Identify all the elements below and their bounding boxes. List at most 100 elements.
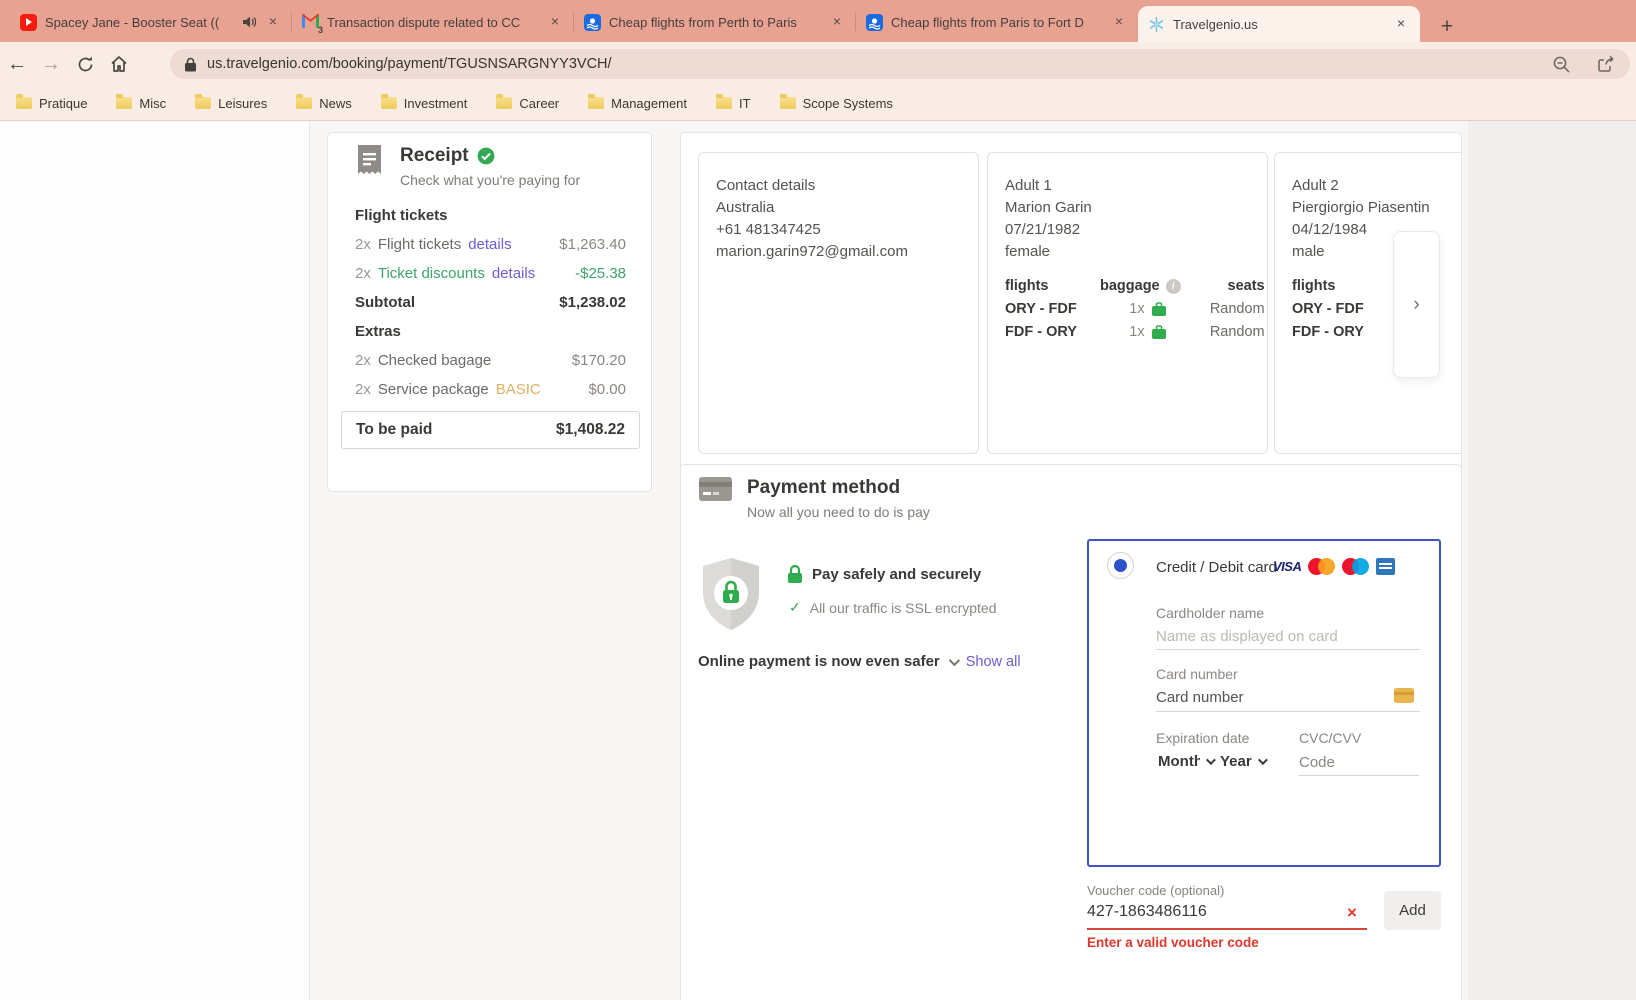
tab-close-icon[interactable]: × <box>264 13 282 31</box>
details-link[interactable]: details <box>468 236 511 253</box>
passenger-title: Adult 1 <box>1005 175 1254 197</box>
cardholder-input[interactable]: Name as displayed on card <box>1156 628 1338 645</box>
month-select[interactable]: Month <box>1158 753 1213 770</box>
youtube-icon <box>20 14 37 31</box>
travelgenio-icon <box>1148 16 1165 33</box>
tab-close-icon[interactable]: × <box>546 13 564 31</box>
tab-youtube[interactable]: Spacey Jane - Booster Seat (( × <box>10 2 292 42</box>
url-text: us.travelgenio.com/booking/payment/TGUSN… <box>207 56 612 72</box>
bookmark-folder-management[interactable]: Management <box>588 96 687 111</box>
cardholder-label: Cardholder name <box>1156 605 1264 621</box>
payment-subtitle: Now all you need to do is pay <box>747 504 930 520</box>
tab-flights-perth-paris[interactable]: Cheap flights from Perth to Paris × <box>574 2 856 42</box>
safer-payment-label: Online payment is now even safer <box>698 653 940 670</box>
gmail-unread-badge: 3 <box>318 25 323 35</box>
bookmark-label: Career <box>519 96 559 111</box>
check-icon: ✓ <box>789 599 801 616</box>
folder-icon <box>16 97 32 109</box>
contact-country: Australia <box>716 197 965 219</box>
tab-gmail[interactable]: 3 Transaction dispute related to CC × <box>292 2 574 42</box>
back-icon[interactable]: ← <box>0 53 34 76</box>
bookmark-label: Misc <box>139 96 166 111</box>
next-passenger-button[interactable]: › <box>1393 231 1440 378</box>
page-content: Receipt Check what you're paying for Fli… <box>0 121 1636 1000</box>
passenger-flight-table: flights baggagei seats ORY - FDF 1x Rand… <box>1005 275 1254 343</box>
bookmark-folder-misc[interactable]: Misc <box>116 96 166 111</box>
tab-title: Cheap flights from Paris to Fort D <box>891 15 1102 30</box>
chevron-down-icon <box>949 654 960 665</box>
forward-icon[interactable]: → <box>34 53 68 76</box>
reload-icon[interactable] <box>68 55 102 74</box>
security-shield-icon <box>699 557 763 631</box>
bookmark-label: IT <box>739 96 751 111</box>
card-number-input[interactable]: Card number <box>1156 689 1244 706</box>
chevron-down-icon <box>1258 755 1268 765</box>
secure-pay-title: Pay safely and securely <box>812 566 981 583</box>
bookmark-folder-leisures[interactable]: Leisures <box>195 96 267 111</box>
details-link[interactable]: details <box>492 265 535 282</box>
contact-email: marion.garin972@gmail.com <box>716 241 965 263</box>
flight-route: ORY - FDF <box>1292 298 1387 320</box>
tab-travelgenio-active[interactable]: Travelgenio.us × <box>1138 6 1420 42</box>
passenger-dob: 07/21/1982 <box>1005 219 1254 241</box>
tab-title: Transaction dispute related to CC <box>327 15 538 30</box>
year-select[interactable]: Year <box>1220 753 1265 770</box>
tab-close-icon[interactable]: × <box>1110 13 1128 31</box>
credit-card-radio[interactable] <box>1107 552 1134 579</box>
flight-search-icon <box>866 14 883 31</box>
tab-title: Travelgenio.us <box>1173 17 1384 32</box>
receipt-line-flight-tickets: 2x Flight tickets details $1,263.40 <box>355 236 626 253</box>
right-gutter <box>1468 121 1636 1000</box>
bookmark-label: Pratique <box>39 96 87 111</box>
payment-method-panel: Payment method Now all you need to do is… <box>680 464 1462 1000</box>
folder-icon <box>296 97 312 109</box>
bookmark-folder-it[interactable]: IT <box>716 96 751 111</box>
voucher-clear-icon[interactable]: × <box>1347 903 1357 923</box>
passenger-name: Marion Garin <box>1005 197 1254 219</box>
seat-assignment: Random <box>1195 298 1265 320</box>
line-amount: $1,263.40 <box>559 236 626 253</box>
cvc-label: CVC/CVV <box>1299 730 1361 746</box>
tab-title: Cheap flights from Perth to Paris <box>609 15 820 30</box>
address-bar[interactable]: us.travelgenio.com/booking/payment/TGUSN… <box>170 49 1630 79</box>
tab-close-icon[interactable]: × <box>1392 15 1410 33</box>
folder-icon <box>496 97 512 109</box>
contact-title: Contact details <box>716 175 965 197</box>
bookmark-folder-pratique[interactable]: Pratique <box>16 96 87 111</box>
folder-icon <box>195 97 211 109</box>
cvc-input[interactable]: Code <box>1299 754 1335 771</box>
receipt-line-ticket-discounts: 2x Ticket discounts details -$25.38 <box>355 265 626 282</box>
receipt-subtotal: Subtotal $1,238.02 <box>355 294 626 311</box>
col-flights: flights <box>1292 275 1387 297</box>
tab-flights-paris-fort[interactable]: Cheap flights from Paris to Fort D × <box>856 2 1138 42</box>
mastercard-logo <box>1308 558 1335 575</box>
bookmark-folder-investment[interactable]: Investment <box>381 96 468 111</box>
baggage-info-icon[interactable]: i <box>1166 279 1181 294</box>
baggage-qty: 1x <box>1129 298 1144 320</box>
total-amount: $1,408.22 <box>556 421 625 439</box>
tab-close-icon[interactable]: × <box>828 13 846 31</box>
gmail-icon: 3 <box>302 14 319 31</box>
line-amount: $0.00 <box>588 381 626 398</box>
folder-icon <box>381 97 397 109</box>
bookmark-folder-scope-systems[interactable]: Scope Systems <box>780 96 893 111</box>
receipt-subtitle: Check what you're paying for <box>400 172 580 188</box>
line-label: Ticket discounts <box>378 265 485 282</box>
show-all-link[interactable]: Show all <box>966 654 1021 670</box>
share-icon[interactable] <box>1597 55 1616 74</box>
flight-route: FDF - ORY <box>1005 321 1100 343</box>
home-icon[interactable] <box>102 54 136 74</box>
receipt-section-heading: Extras <box>355 323 626 340</box>
receipt-icon <box>356 145 383 188</box>
voucher-add-button[interactable]: Add <box>1384 891 1441 930</box>
folder-icon <box>780 97 796 109</box>
bookmark-folder-news[interactable]: News <box>296 96 352 111</box>
subtotal-label: Subtotal <box>355 294 415 311</box>
bookmark-folder-career[interactable]: Career <box>496 96 559 111</box>
tab-audio-icon[interactable] <box>242 15 256 29</box>
new-tab-button[interactable]: + <box>1432 12 1462 42</box>
zoom-out-icon[interactable] <box>1552 55 1571 74</box>
bookmark-label: Investment <box>404 96 468 111</box>
line-label: Service package <box>378 381 489 398</box>
voucher-input[interactable]: 427-1863486116 <box>1087 903 1207 921</box>
